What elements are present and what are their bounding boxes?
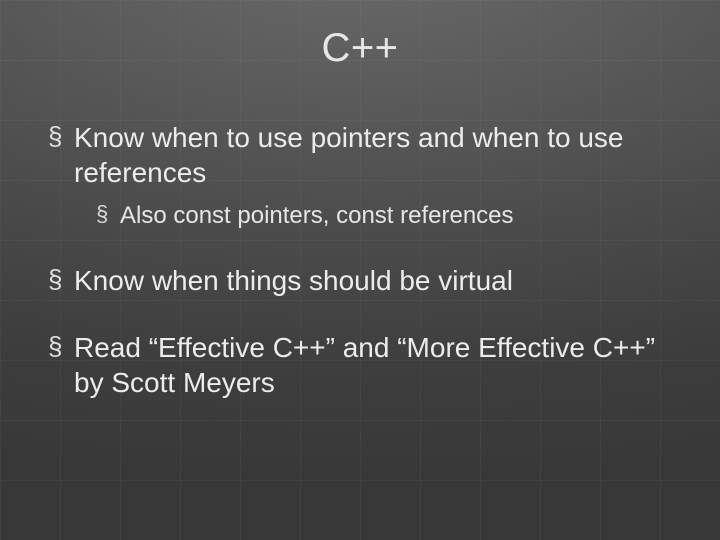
sub-bullet-text: Also const pointers, const references (120, 202, 514, 229)
bullet-item: Know when to use pointers and when to us… (48, 120, 672, 231)
bullet-item: Read “Effective C++” and “More Effective… (48, 330, 672, 400)
bullet-text: Read “Effective C++” and “More Effective… (74, 332, 655, 398)
slide: C++ Know when to use pointers and when t… (0, 0, 720, 540)
bullet-list: Know when to use pointers and when to us… (48, 120, 672, 400)
bullet-item: Know when things should be virtual (48, 263, 672, 298)
bullet-text: Know when to use pointers and when to us… (74, 122, 623, 188)
sub-bullet-item: Also const pointers, const references (96, 200, 672, 231)
bullet-text: Know when things should be virtual (74, 265, 513, 296)
slide-content: Know when to use pointers and when to us… (48, 120, 672, 432)
sub-bullet-list: Also const pointers, const references (74, 200, 672, 231)
slide-title: C++ (0, 26, 720, 71)
